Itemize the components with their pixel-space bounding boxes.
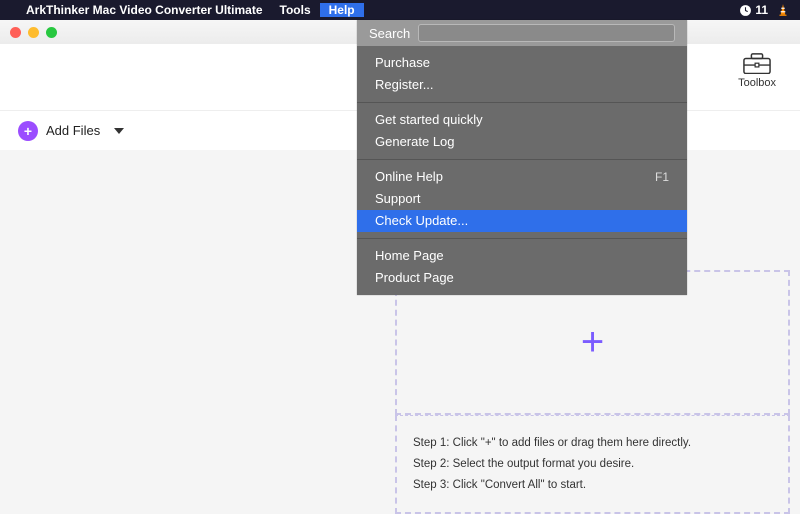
dropzone-area: + Step 1: Click "+" to add files or drag… <box>395 270 790 502</box>
window-minimize-button[interactable] <box>28 27 39 38</box>
instruction-steps: Step 1: Click "+" to add files or drag t… <box>395 415 790 514</box>
menubar-app-name[interactable]: ArkThinker Mac Video Converter Ultimate <box>18 3 271 17</box>
help-item-home-page[interactable]: Home Page <box>357 245 687 267</box>
step-3: Step 3: Click "Convert All" to start. <box>413 479 772 491</box>
help-item-product-page[interactable]: Product Page <box>357 267 687 289</box>
window-close-button[interactable] <box>10 27 21 38</box>
menubar-right: 11 <box>739 3 800 17</box>
help-item-support[interactable]: Support <box>357 188 687 210</box>
menubar-status-icon[interactable]: 11 <box>739 3 768 17</box>
add-files-dropdown-caret-icon[interactable] <box>114 128 124 134</box>
help-item-online-help[interactable]: Online HelpF1 <box>357 166 687 188</box>
help-item-get-started[interactable]: Get started quickly <box>357 109 687 131</box>
add-files-label[interactable]: Add Files <box>46 123 100 138</box>
help-search-row: Search <box>357 20 687 46</box>
mac-menubar: ArkThinker Mac Video Converter Ultimate … <box>0 0 800 20</box>
menubar-item-tools[interactable]: Tools <box>271 3 320 17</box>
menubar-item-help[interactable]: Help <box>320 3 364 17</box>
step-2: Step 2: Select the output format you des… <box>413 458 772 470</box>
vlc-icon[interactable] <box>776 3 790 17</box>
toolbox-button[interactable]: Toolbox <box>738 52 776 89</box>
help-search-label: Search <box>369 26 410 41</box>
help-item-check-update[interactable]: Check Update... <box>357 210 687 232</box>
dropzone-plus-icon: + <box>581 320 604 365</box>
help-search-input[interactable] <box>418 24 675 42</box>
toolbox-icon <box>743 52 771 74</box>
toolbox-label: Toolbox <box>738 77 776 89</box>
window-maximize-button[interactable] <box>46 27 57 38</box>
help-item-purchase[interactable]: Purchase <box>357 52 687 74</box>
help-item-register[interactable]: Register... <box>357 74 687 96</box>
menubar-status-number: 11 <box>755 3 768 17</box>
add-files-plus-icon[interactable]: + <box>18 121 38 141</box>
help-item-generate-log[interactable]: Generate Log <box>357 131 687 153</box>
help-dropdown: Search Purchase Register... Get started … <box>357 20 687 295</box>
step-1: Step 1: Click "+" to add files or drag t… <box>413 437 772 449</box>
